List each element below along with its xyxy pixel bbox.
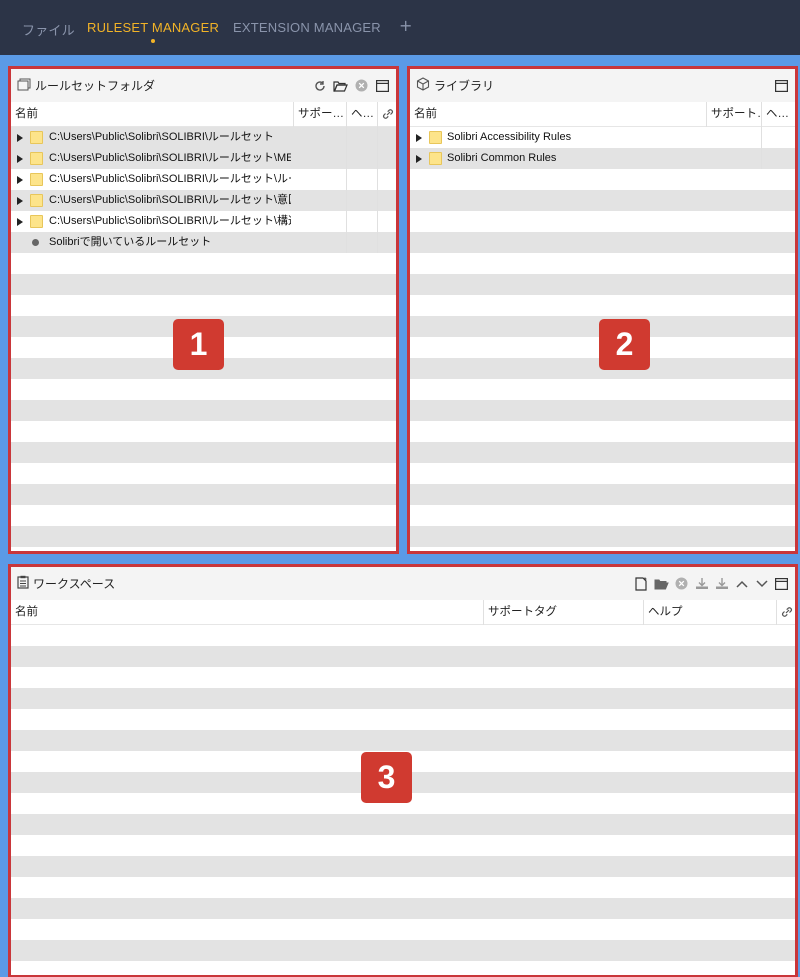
panel-title: ルールセットフォルダ xyxy=(35,79,156,93)
move-down-icon[interactable] xyxy=(754,576,769,591)
expand-arrow-icon[interactable] xyxy=(416,134,422,142)
workspace-panel: ワークスペース 名前 サポートタグ ヘルプ 3 xyxy=(8,564,798,977)
remove-icon[interactable] xyxy=(674,576,689,591)
column-header-row: 名前 サポートタグ ヘルプ xyxy=(11,600,795,625)
open-folder-icon[interactable] xyxy=(654,576,669,591)
folder-icon xyxy=(30,194,43,207)
save-icon[interactable] xyxy=(694,576,709,591)
expand-arrow-icon[interactable] xyxy=(17,197,23,205)
maximize-icon[interactable] xyxy=(774,78,789,93)
library-header: ライブラリ xyxy=(410,69,795,102)
add-tab-button[interactable]: + xyxy=(399,16,412,35)
folder-icon xyxy=(30,131,43,144)
tree-row[interactable]: Solibriで開いているルールセット xyxy=(11,232,396,253)
tree-row-label: C:\Users\Public\Solibri\SOLIBRI\ルールセット\意… xyxy=(49,194,291,206)
column-link[interactable] xyxy=(777,600,795,625)
top-nav-bar: ファイル RULESET MANAGER EXTENSION MANAGER + xyxy=(0,0,800,55)
tree-row-label: Solibri Common Rules xyxy=(447,152,557,164)
expand-arrow-icon[interactable] xyxy=(416,155,422,163)
tree-row-label: Solibri Accessibility Rules xyxy=(447,131,572,143)
clipboard-icon xyxy=(17,575,29,592)
link-icon xyxy=(382,109,394,123)
tab-ruleset-manager[interactable]: RULESET MANAGER xyxy=(87,20,220,43)
expand-arrow-icon[interactable] xyxy=(17,176,23,184)
tree-row[interactable]: Solibri Accessibility Rules xyxy=(410,127,795,148)
move-up-icon[interactable] xyxy=(734,576,749,591)
column-header-row: 名前 サポート… ヘ… xyxy=(410,102,795,127)
tree-row-label: C:\Users\Public\Solibri\SOLIBRI\ルールセット\M… xyxy=(49,152,291,164)
column-name[interactable]: 名前 xyxy=(410,102,707,127)
column-help[interactable]: ヘ… xyxy=(347,102,378,127)
tree-row-label: C:\Users\Public\Solibri\SOLIBRI\ルールセット xyxy=(49,131,274,143)
expand-arrow-icon[interactable] xyxy=(17,134,23,142)
link-icon xyxy=(781,607,793,621)
bullet-icon xyxy=(32,239,39,246)
tree-row[interactable]: Solibri Common Rules xyxy=(410,148,795,169)
tree-row-label: C:\Users\Public\Solibri\SOLIBRI\ルールセット\ル… xyxy=(49,173,291,185)
folder-icon xyxy=(30,173,43,186)
column-name[interactable]: 名前 xyxy=(11,102,294,127)
tab-extension-manager[interactable]: EXTENSION MANAGER xyxy=(233,20,381,35)
new-file-icon[interactable] xyxy=(634,576,649,591)
tree-row[interactable]: C:\Users\Public\Solibri\SOLIBRI\ルールセット\意… xyxy=(11,190,396,211)
folder-icon xyxy=(30,215,43,228)
expand-arrow-icon[interactable] xyxy=(17,155,23,163)
column-link[interactable] xyxy=(378,102,396,127)
panel-title: ライブラリ xyxy=(434,79,495,93)
tree-row[interactable]: C:\Users\Public\Solibri\SOLIBRI\ルールセット xyxy=(11,127,396,148)
column-support-tag[interactable]: サポート… xyxy=(707,102,762,127)
save-as-icon[interactable] xyxy=(714,576,729,591)
folder-icon xyxy=(429,152,442,165)
maximize-icon[interactable] xyxy=(774,576,789,591)
workspace-header: ワークスペース xyxy=(11,567,795,600)
tree-row[interactable]: C:\Users\Public\Solibri\SOLIBRI\ルールセット\構… xyxy=(11,211,396,232)
remove-icon[interactable] xyxy=(354,78,369,93)
panel-title: ワークスペース xyxy=(33,577,116,591)
column-help[interactable]: ヘルプ xyxy=(644,600,777,625)
callout-badge-2: 2 xyxy=(599,319,650,370)
tab-file[interactable]: ファイル xyxy=(22,20,75,39)
column-header-row: 名前 サポー… ヘ… xyxy=(11,102,396,127)
column-help[interactable]: ヘ… xyxy=(762,102,795,127)
tree-row-label: C:\Users\Public\Solibri\SOLIBRI\ルールセット\構… xyxy=(49,215,291,227)
tree-row[interactable]: C:\Users\Public\Solibri\SOLIBRI\ルールセット\M… xyxy=(11,148,396,169)
expand-arrow-icon[interactable] xyxy=(17,218,23,226)
column-support-tag[interactable]: サポートタグ xyxy=(484,600,644,625)
refresh-icon[interactable] xyxy=(312,78,327,93)
callout-badge-1: 1 xyxy=(173,319,224,370)
library-panel: ライブラリ 名前 サポート… ヘ… Solibri Accessibility … xyxy=(407,66,798,554)
column-name[interactable]: 名前 xyxy=(11,600,484,625)
tree-row-label: Solibriで開いているルールセット xyxy=(49,236,212,248)
active-tab-indicator xyxy=(151,39,156,43)
tree-row[interactable]: C:\Users\Public\Solibri\SOLIBRI\ルールセット\ル… xyxy=(11,169,396,190)
library-cube-icon xyxy=(416,77,430,94)
ruleset-folder-panel: ルールセットフォルダ 名前 サポー… ヘ… C:\Users\Public\So… xyxy=(8,66,399,554)
folder-icon xyxy=(429,131,442,144)
column-support-tag[interactable]: サポー… xyxy=(294,102,347,127)
open-folder-icon[interactable] xyxy=(333,78,348,93)
tab-ruleset-manager-label: RULESET MANAGER xyxy=(87,20,220,35)
folder-icon xyxy=(30,152,43,165)
ruleset-folder-icon xyxy=(17,78,31,94)
callout-badge-3: 3 xyxy=(361,752,412,803)
maximize-icon[interactable] xyxy=(375,78,390,93)
ruleset-folder-header: ルールセットフォルダ xyxy=(11,69,396,102)
